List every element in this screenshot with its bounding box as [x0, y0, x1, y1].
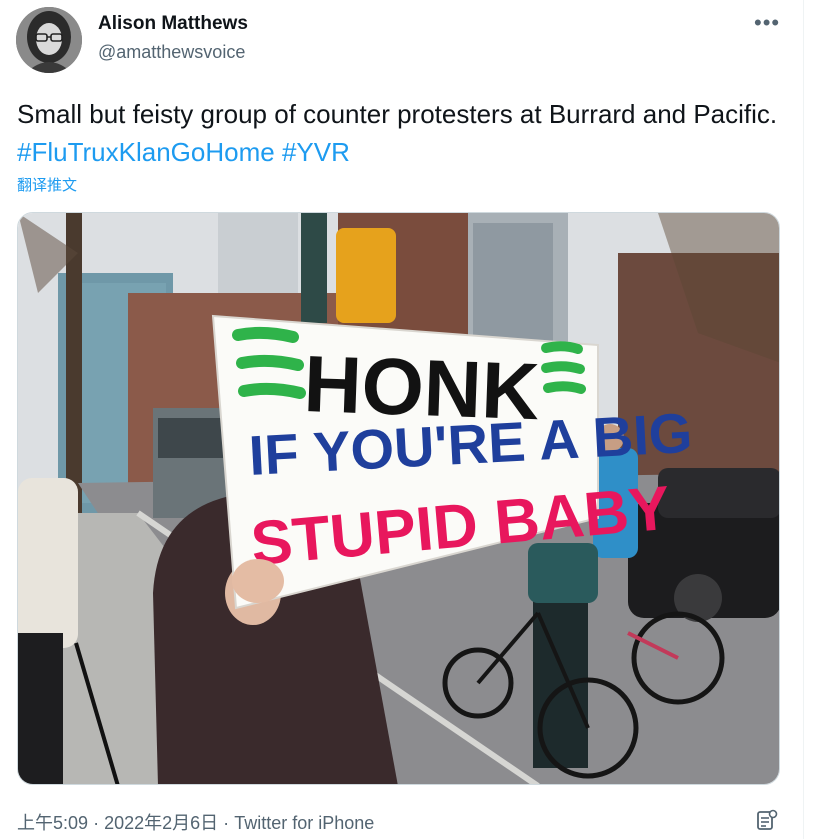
separator: ·: [93, 813, 100, 833]
tweet-text: Small but feisty group of counter protes…: [17, 95, 787, 171]
hashtag-yvr[interactable]: #YVR: [282, 137, 350, 167]
hashtag-flutruxklangohome[interactable]: #FluTruxKlanGoHome: [17, 137, 275, 167]
more-options-icon[interactable]: •••: [754, 10, 780, 36]
tweet-source[interactable]: Twitter for iPhone: [234, 813, 374, 833]
avatar[interactable]: [16, 7, 82, 73]
tweet-timestamp: 上午5:09 · 2022年2月6日 · Twitter for iPhone: [17, 809, 374, 835]
analytics-icon[interactable]: [756, 809, 778, 831]
tweet-date[interactable]: 2022年2月6日: [104, 813, 218, 833]
protest-photo: HONK IF YOU'RE A BIG STUPID BABY: [18, 213, 779, 784]
translate-tweet-link[interactable]: 翻译推文: [17, 174, 77, 195]
tweet-photo[interactable]: HONK IF YOU'RE A BIG STUPID BABY: [17, 212, 780, 785]
avatar-image: [16, 7, 82, 73]
tweet-body: Small but feisty group of counter protes…: [17, 99, 778, 129]
column-divider: [803, 0, 804, 839]
user-handle[interactable]: @amatthewsvoice: [98, 42, 245, 63]
tweet-time[interactable]: 上午5:09: [17, 813, 88, 833]
display-name[interactable]: Alison Matthews: [98, 13, 248, 35]
separator: ·: [223, 813, 230, 833]
